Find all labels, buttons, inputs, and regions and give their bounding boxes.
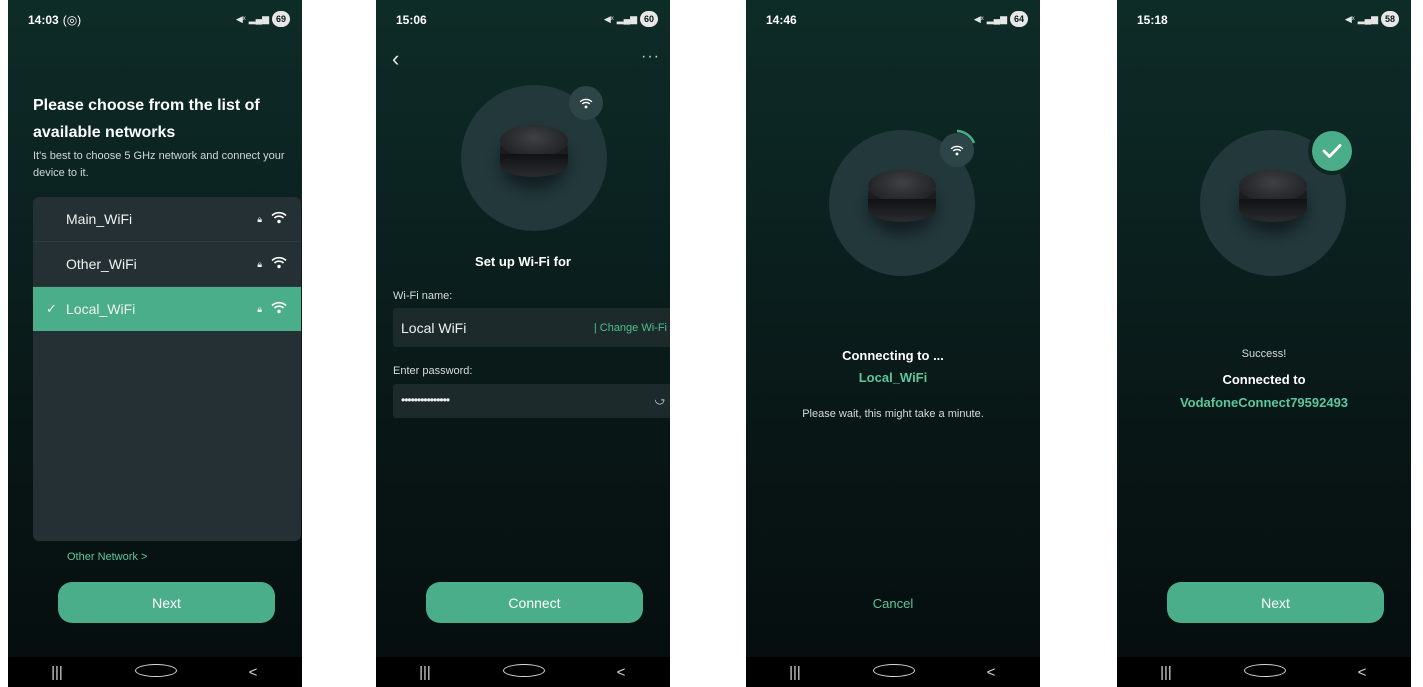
other-network-link[interactable]: Other Network >	[67, 551, 147, 563]
status-bar: 14:03 (◎) ◀︎ˣ ▂▄▆ 69	[28, 11, 290, 27]
status-time: 15:18	[1137, 13, 1168, 27]
screen-network-list: 14:03 (◎) ◀︎ˣ ▂▄▆ 69 Please choose from t…	[8, 0, 302, 687]
cancel-button[interactable]: Cancel	[746, 596, 1040, 611]
check-badge-icon	[1312, 131, 1352, 171]
network-name: Other_WiFi	[66, 256, 137, 272]
back-icon[interactable]: <	[233, 664, 273, 681]
screen-record-icon: (◎)	[62, 13, 82, 27]
signal-icon: ▂▄▆	[1357, 13, 1378, 24]
screen-success: 15:18 ◀︎ˣ ▂▄▆ 58 Success! Connected to V…	[1117, 0, 1411, 687]
home-icon[interactable]	[1244, 663, 1286, 681]
password-value: •••••••••••••••	[401, 393, 450, 407]
battery-icon: 69	[272, 11, 290, 27]
lock-icon: 🔒︎	[257, 258, 262, 269]
recents-icon[interactable]: |||	[405, 664, 445, 681]
recents-icon[interactable]: |||	[1146, 664, 1186, 681]
password-label: Enter password:	[393, 365, 473, 377]
status-icons: ◀︎ˣ ▂▄▆ 58	[1345, 11, 1399, 27]
check-icon: ✓	[46, 301, 57, 316]
next-button[interactable]: Next	[1167, 582, 1384, 623]
battery-icon: 58	[1381, 11, 1399, 27]
screen-connecting: 14:46 ◀︎ˣ ▂▄▆ 64 Connecting to ... Local…	[746, 0, 1040, 687]
network-item-local-wifi[interactable]: ✓ Local_WiFi 🔒︎	[33, 287, 301, 331]
connecting-label: Connecting to ...	[842, 348, 944, 363]
recents-icon[interactable]: |||	[775, 664, 815, 681]
wifi-name-label: Wi-Fi name:	[393, 290, 453, 302]
wifi-icon	[271, 211, 287, 224]
loading-spinner-icon	[956, 129, 976, 144]
battery-icon: 60	[640, 11, 658, 27]
recents-icon[interactable]: |||	[37, 664, 77, 681]
home-icon[interactable]	[873, 663, 915, 681]
home-icon[interactable]	[503, 663, 545, 681]
lock-icon: 🔒︎	[257, 213, 262, 224]
status-icons: ◀︎ˣ ▂▄▆ 60	[604, 11, 658, 27]
system-nav-bar: ||| <	[1117, 657, 1411, 687]
device-image	[868, 170, 936, 222]
status-time: 15:06	[396, 13, 427, 27]
network-item-main-wifi[interactable]: Main_WiFi 🔒︎	[33, 197, 301, 242]
device-image	[1239, 170, 1307, 222]
page-title: Please choose from the list of available…	[33, 97, 260, 141]
more-options-icon[interactable]: ···	[641, 48, 660, 66]
mute-icon: ◀︎ˣ	[235, 13, 246, 24]
page-title: Set up Wi-Fi for	[475, 254, 571, 269]
status-time: 14:46	[766, 13, 797, 27]
home-icon[interactable]	[135, 663, 177, 681]
network-name: Local_WiFi	[858, 370, 928, 385]
system-nav-bar: ||| <	[376, 657, 670, 687]
change-wifi-link[interactable]: | Change Wi-Fi	[594, 322, 667, 334]
back-icon[interactable]: <	[1342, 664, 1382, 681]
page-description: It's best to choose 5 GHz network and co…	[33, 150, 285, 179]
wifi-icon	[271, 301, 287, 314]
eye-closed-icon[interactable]: ◡̵	[655, 392, 665, 406]
connected-to-label: Connected to	[1222, 372, 1306, 387]
next-button[interactable]: Next	[58, 582, 275, 623]
wifi-icon	[271, 256, 287, 269]
network-name: Main_WiFi	[66, 211, 133, 227]
mute-icon: ◀︎ˣ	[1344, 13, 1355, 24]
back-icon[interactable]: <	[971, 664, 1011, 681]
signal-icon: ▂▄▆	[616, 13, 637, 24]
back-icon[interactable]: <	[601, 664, 641, 681]
status-bar: 14:46 ◀︎ˣ ▂▄▆ 64	[766, 11, 1028, 27]
mute-icon: ◀︎ˣ	[973, 13, 984, 24]
screen-wifi-setup: 15:06 ◀︎ˣ ▂▄▆ 60 ‹ ··· Set up Wi-Fi for …	[376, 0, 670, 687]
status-bar: 15:18 ◀︎ˣ ▂▄▆ 58	[1137, 11, 1399, 27]
status-icons: ◀︎ˣ ▂▄▆ 64	[974, 11, 1028, 27]
success-label: Success!	[1241, 348, 1287, 360]
device-image	[500, 125, 568, 177]
signal-icon: ▂▄▆	[986, 13, 1007, 24]
status-time: 14:03 (◎)	[28, 13, 82, 27]
wait-message: Please wait, this might take a minute.	[802, 408, 984, 420]
battery-icon: 64	[1010, 11, 1028, 27]
connect-button[interactable]: Connect	[426, 582, 643, 623]
wifi-name-field: Local WiFi | Change Wi-Fi	[393, 308, 670, 347]
network-list: Main_WiFi 🔒︎ Other_WiFi 🔒︎ ✓ Local_WiFi …	[33, 197, 301, 541]
system-nav-bar: ||| <	[8, 657, 302, 687]
wifi-name-value: Local WiFi	[401, 320, 467, 336]
network-name: Local_WiFi	[66, 301, 136, 317]
network-name: VodafoneConnect79592493	[1179, 395, 1349, 410]
back-arrow-icon[interactable]: ‹	[392, 46, 399, 72]
status-bar: 15:06 ◀︎ˣ ▂▄▆ 60	[396, 11, 658, 27]
system-nav-bar: ||| <	[746, 657, 1040, 687]
signal-icon: ▂▄▆	[248, 13, 269, 24]
mute-icon: ◀︎ˣ	[603, 13, 614, 24]
lock-icon: 🔒︎	[257, 303, 262, 314]
wifi-badge-icon	[569, 86, 603, 120]
network-item-other-wifi[interactable]: Other_WiFi 🔒︎	[33, 242, 301, 287]
password-input[interactable]: ••••••••••••••• ◡̵	[393, 384, 670, 418]
status-icons: ◀︎ˣ ▂▄▆ 69	[236, 11, 290, 27]
